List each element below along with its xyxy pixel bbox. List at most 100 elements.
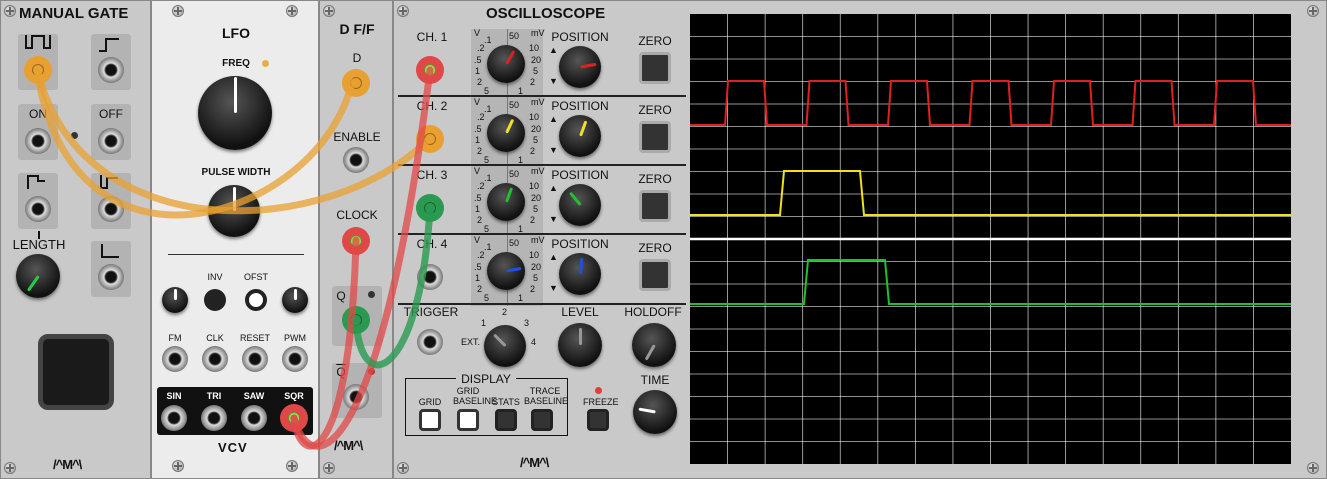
fm-attenuator-knob[interactable] xyxy=(162,287,188,313)
length-knob[interactable] xyxy=(16,254,60,298)
channel-input-jack[interactable] xyxy=(417,264,443,290)
channel-input-jack[interactable] xyxy=(416,125,444,153)
screw-icon xyxy=(323,5,335,17)
gate-push-button[interactable] xyxy=(38,334,114,410)
holdoff-label: HOLDOFF xyxy=(624,305,682,319)
freeze-button[interactable] xyxy=(587,409,609,431)
scale-knob[interactable] xyxy=(487,45,525,83)
down-arrow-icon: ▼ xyxy=(549,76,558,86)
clk-input-jack[interactable] xyxy=(202,346,228,372)
screw-icon xyxy=(1307,462,1319,474)
scale-label: V xyxy=(474,97,481,107)
zero-button[interactable] xyxy=(639,259,671,291)
trigger-source-knob[interactable] xyxy=(484,325,526,367)
q-output-jack[interactable] xyxy=(342,306,370,334)
saw-output-jack[interactable] xyxy=(241,405,267,431)
zero-button[interactable] xyxy=(639,52,671,84)
sqr-label: SQR xyxy=(284,391,304,401)
scale-knob[interactable] xyxy=(487,183,525,221)
stats-toggle-button[interactable] xyxy=(495,409,517,431)
module-title: D F/F xyxy=(339,21,375,37)
saw-label: SAW xyxy=(243,391,265,401)
brand-logo: /^M^\ xyxy=(53,457,82,472)
scale-knob[interactable] xyxy=(487,114,525,152)
off-label: OFF xyxy=(99,107,123,121)
position-knob[interactable] xyxy=(559,184,601,226)
channel-input-jack[interactable] xyxy=(416,56,444,84)
trace-baseline-toggle-button[interactable] xyxy=(531,409,553,431)
zero-button[interactable] xyxy=(639,121,671,153)
on-label: ON xyxy=(29,107,47,121)
scale-label: V xyxy=(474,235,481,245)
scale-knob[interactable] xyxy=(487,252,525,290)
rising-output-jack[interactable] xyxy=(98,57,124,83)
scale-label: 2 xyxy=(477,284,483,294)
on-input-jack[interactable] xyxy=(25,128,51,154)
scale-label: 2 xyxy=(477,146,483,156)
scale-label: 50 xyxy=(509,100,520,110)
clock-input-jack[interactable] xyxy=(342,227,370,255)
gate-shape-icon xyxy=(25,35,51,49)
freeze-led xyxy=(595,387,602,394)
position-knob[interactable] xyxy=(559,115,601,157)
scale-label: 1 xyxy=(475,135,481,145)
d-input-jack[interactable] xyxy=(342,69,370,97)
offset-button[interactable] xyxy=(245,289,267,311)
pwm-attenuator-knob[interactable] xyxy=(282,287,308,313)
time-knob[interactable] xyxy=(633,390,677,434)
trigger-input-jack[interactable] xyxy=(417,329,443,355)
sqr-output-jack[interactable] xyxy=(280,404,308,432)
grid-toggle-button[interactable] xyxy=(419,409,441,431)
pwm-input-jack[interactable] xyxy=(282,346,308,372)
retrigger-icon xyxy=(100,175,120,189)
grid-label: GRID xyxy=(418,397,442,407)
zero-button[interactable] xyxy=(639,190,671,222)
position-label: POSITION xyxy=(551,168,609,182)
scale-label: 20 xyxy=(531,262,542,272)
freq-label: FREQ xyxy=(222,58,250,69)
dff-module: D F/F D ENABLE CLOCK Q Q /^M^\ xyxy=(319,0,393,479)
tri-label: TRI xyxy=(206,391,222,401)
scale-label: 5 xyxy=(533,66,539,76)
scale-label: mV xyxy=(531,28,545,38)
qbar-label: Q xyxy=(336,365,346,379)
display-label: DISPLAY xyxy=(456,372,516,386)
channel-input-jack[interactable] xyxy=(416,194,444,222)
screw-icon xyxy=(397,462,409,474)
scale-label: .2 xyxy=(477,43,485,53)
grid-baseline-toggle-button[interactable] xyxy=(457,409,479,431)
reset-input-jack[interactable] xyxy=(242,346,268,372)
scale-label: 2 xyxy=(530,146,536,156)
ofst-label: OFST xyxy=(244,272,268,282)
down-arrow-icon: ▼ xyxy=(549,283,558,293)
scale-label: 5 xyxy=(484,293,490,303)
qbar-output-jack[interactable] xyxy=(343,384,369,410)
fm-label: FM xyxy=(168,333,182,343)
q-led xyxy=(368,291,375,298)
invert-button[interactable] xyxy=(204,289,226,311)
clk-label: CLK xyxy=(206,333,224,343)
holdoff-knob[interactable] xyxy=(632,323,676,367)
freq-knob[interactable] xyxy=(198,76,272,150)
scale-label: 2 xyxy=(530,77,536,87)
sin-output-jack[interactable] xyxy=(161,405,187,431)
scale-label: V xyxy=(474,166,481,176)
retrig2-output-jack[interactable] xyxy=(98,196,124,222)
scale-label: .1 xyxy=(484,173,492,183)
position-knob[interactable] xyxy=(559,253,601,295)
enable-input-jack[interactable] xyxy=(343,147,369,173)
ext-label: EXT. xyxy=(461,337,481,347)
off-input-jack[interactable] xyxy=(98,128,124,154)
pulse-width-knob[interactable] xyxy=(208,185,260,237)
end-output-jack[interactable] xyxy=(98,264,124,290)
scale-label: .1 xyxy=(484,242,492,252)
retrig-output-jack[interactable] xyxy=(25,196,51,222)
scale-label: .5 xyxy=(474,193,482,203)
position-label: POSITION xyxy=(551,237,609,251)
position-knob[interactable] xyxy=(559,46,601,88)
tri-output-jack[interactable] xyxy=(201,405,227,431)
gate-output-jack[interactable] xyxy=(24,56,52,84)
trigger-level-knob[interactable] xyxy=(558,323,602,367)
up-arrow-icon: ▲ xyxy=(549,114,558,124)
fm-input-jack[interactable] xyxy=(162,346,188,372)
